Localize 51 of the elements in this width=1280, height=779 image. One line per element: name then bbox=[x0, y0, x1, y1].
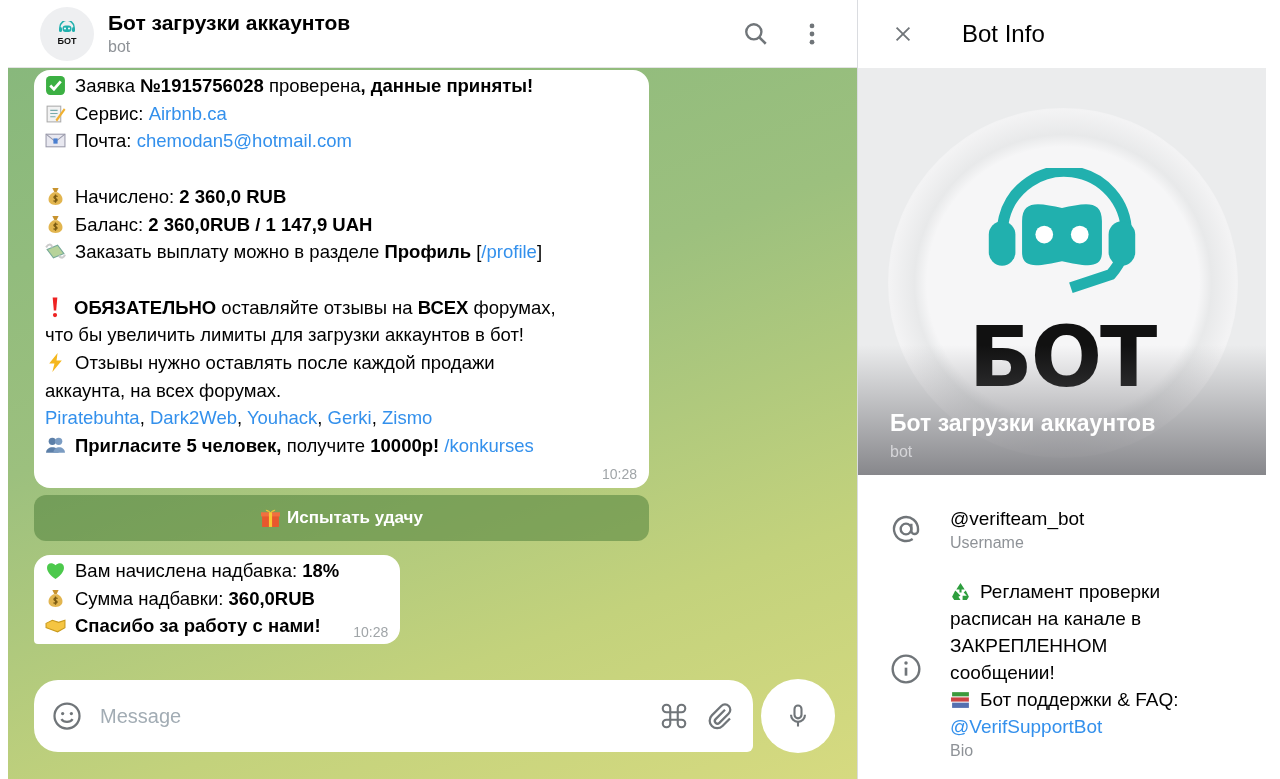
search-icon[interactable] bbox=[743, 20, 769, 47]
info-value: @verifteam_bot bbox=[950, 507, 1086, 532]
message-text: что бы увеличить лимиты для загрузки аккаунтов в бот! bbox=[45, 323, 525, 348]
message-link[interactable]: Airbnb.ca bbox=[148, 102, 227, 124]
message-text: Начислено: 2 360,0 RUB bbox=[45, 182, 637, 211]
recycle-icon bbox=[950, 581, 971, 602]
message-text: Заявка №1915756028 проверена, данные приняты! bbox=[45, 72, 637, 100]
chat-subtitle: bot bbox=[108, 38, 132, 56]
message-text: аккаунта, на всех форумах. bbox=[45, 378, 283, 403]
message-text: Сумма надбавки: 360,0RUB bbox=[45, 584, 340, 613]
info-icon bbox=[890, 653, 922, 685]
avatar-logo-text: БОТ bbox=[57, 37, 77, 46]
info-value: Регламент проверки расписан на канале в ЗАКРЕПЛЕННОМ сообщении! Бот поддержки & FAQ: @VerifSupportBot bbox=[950, 580, 1180, 739]
message-text: Отзывы нужно оставлять после каждой продажи bbox=[45, 349, 637, 377]
info-label: Bio bbox=[950, 742, 975, 760]
message-time: 10:28 bbox=[601, 465, 637, 482]
chat-title: Бот загрузки аккаунтов bbox=[108, 11, 352, 35]
message-text: Почта: chemodan5@hotmail.com bbox=[45, 127, 637, 156]
message-link[interactable]: Piratebuhta bbox=[45, 407, 140, 429]
message-text: Piratebuhta, Dark2Web, Youhack, Gerki, Zismo bbox=[45, 406, 434, 431]
books-icon bbox=[950, 689, 971, 710]
exclamation-icon bbox=[52, 296, 58, 318]
profile-name: Бот загрузки аккаунтов bbox=[890, 410, 1156, 437]
message-link[interactable]: /profile bbox=[481, 241, 537, 263]
gift-icon bbox=[260, 507, 282, 529]
logo-text: БОТ bbox=[967, 308, 1158, 406]
info-label: Username bbox=[950, 534, 1025, 552]
message-field[interactable]: Message bbox=[34, 680, 753, 752]
message-link[interactable]: chemodan5@hotmail.com bbox=[136, 130, 352, 152]
bot-avatar[interactable]: БОТ bbox=[40, 6, 94, 61]
smiley-icon[interactable] bbox=[52, 701, 82, 731]
message-text: Баланс: 2 360,0RUB / 1 147,9 UAH bbox=[45, 210, 637, 239]
message-link[interactable]: Zismo bbox=[382, 407, 433, 429]
message-text: Заказать выплату можно в разделе Профиль [/profile] bbox=[45, 238, 637, 266]
message-time: 10:28 bbox=[353, 623, 389, 640]
message-text: Вам начислена надбавка: 18% bbox=[45, 556, 340, 585]
message-text: ОБЯЗАТЕЛЬНО оставляйте отзывы на ВСЕХ форумах, bbox=[45, 293, 637, 322]
panel-title: Bot Info bbox=[962, 20, 1045, 48]
inline-keyboard-button[interactable]: Испытать удачу bbox=[34, 494, 649, 541]
message-link[interactable]: Youhack bbox=[246, 407, 318, 429]
message-text: Сервис: Airbnb.ca bbox=[45, 99, 637, 128]
profile-subtitle: bot bbox=[890, 443, 913, 461]
message-text: Спасибо за работу с нами! bbox=[45, 612, 340, 640]
message-input[interactable]: Message bbox=[98, 703, 643, 729]
message-link[interactable]: /konkurses bbox=[444, 435, 534, 457]
check-mark-icon bbox=[45, 75, 66, 96]
message-text: Пригласите 5 человек, получите 10000р! /konkurses bbox=[45, 432, 637, 460]
message-link[interactable]: Dark2Web bbox=[149, 407, 237, 429]
command-icon[interactable] bbox=[659, 701, 689, 731]
message-link[interactable]: Gerki bbox=[327, 407, 372, 429]
message-link[interactable]: @VerifSupportBot bbox=[950, 716, 1103, 737]
